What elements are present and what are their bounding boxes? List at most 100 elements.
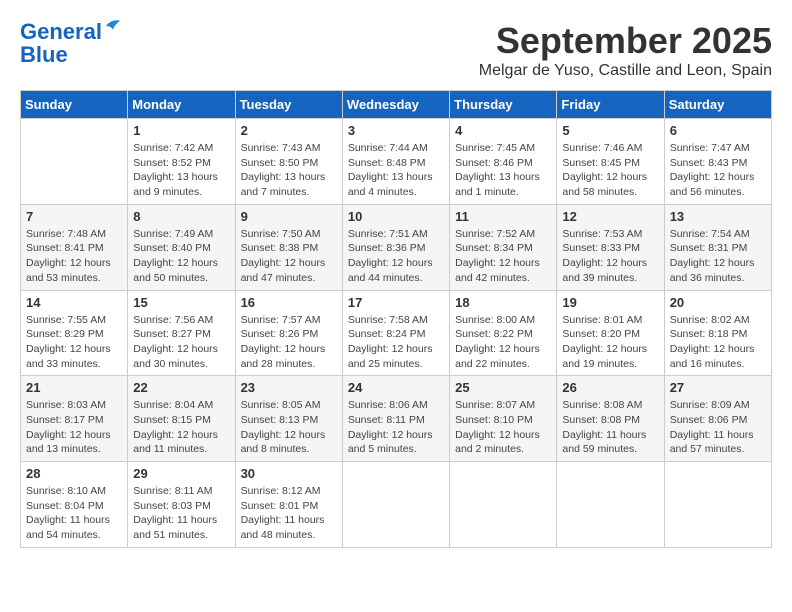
calendar-cell: 25 Sunrise: 8:07 AM Sunset: 8:10 PM Dayli… (450, 376, 557, 462)
day-number: 15 (133, 295, 229, 310)
column-header-sunday: Sunday (21, 91, 128, 119)
calendar-table: SundayMondayTuesdayWednesdayThursdayFrid… (20, 90, 772, 548)
calendar-cell: 21 Sunrise: 8:03 AM Sunset: 8:17 PM Dayli… (21, 376, 128, 462)
day-number: 1 (133, 123, 229, 138)
column-header-monday: Monday (128, 91, 235, 119)
day-number: 28 (26, 466, 122, 481)
column-header-friday: Friday (557, 91, 664, 119)
day-info: Sunrise: 7:50 AM Sunset: 8:38 PM Dayligh… (241, 227, 337, 286)
calendar-body: 1 Sunrise: 7:42 AM Sunset: 8:52 PM Daylig… (21, 119, 772, 548)
calendar-cell: 6 Sunrise: 7:47 AM Sunset: 8:43 PM Daylig… (664, 119, 771, 205)
calendar-cell: 3 Sunrise: 7:44 AM Sunset: 8:48 PM Daylig… (342, 119, 449, 205)
day-number: 17 (348, 295, 444, 310)
day-number: 21 (26, 380, 122, 395)
day-number: 24 (348, 380, 444, 395)
day-number: 6 (670, 123, 766, 138)
day-info: Sunrise: 7:49 AM Sunset: 8:40 PM Dayligh… (133, 227, 229, 286)
calendar-cell: 19Sunrise: 8:01 AM Sunset: 8:20 PM Dayli… (557, 290, 664, 376)
day-info: Sunrise: 7:53 AM Sunset: 8:33 PM Dayligh… (562, 227, 658, 286)
calendar-cell: 10 Sunrise: 7:51 AM Sunset: 8:36 PM Dayli… (342, 204, 449, 290)
calendar-cell: 9 Sunrise: 7:50 AM Sunset: 8:38 PM Daylig… (235, 204, 342, 290)
day-number: 10 (348, 209, 444, 224)
title-block: September 2025 Melgar de Yuso, Castille … (479, 20, 772, 80)
calendar-cell: 23 Sunrise: 8:05 AM Sunset: 8:13 PM Dayli… (235, 376, 342, 462)
calendar-cell: 18 Sunrise: 8:00 AM Sunset: 8:22 PM Dayli… (450, 290, 557, 376)
calendar-cell: 11 Sunrise: 7:52 AM Sunset: 8:34 PM Dayli… (450, 204, 557, 290)
day-number: 8 (133, 209, 229, 224)
day-number: 30 (241, 466, 337, 481)
column-header-tuesday: Tuesday (235, 91, 342, 119)
day-number: 23 (241, 380, 337, 395)
logo-text-general: General (20, 20, 102, 44)
calendar-cell (450, 462, 557, 548)
calendar-cell: 5Sunrise: 7:46 AM Sunset: 8:45 PM Daylig… (557, 119, 664, 205)
day-info: Sunrise: 7:47 AM Sunset: 8:43 PM Dayligh… (670, 141, 766, 200)
day-info: Sunrise: 8:09 AM Sunset: 8:06 PM Dayligh… (670, 398, 766, 457)
day-number: 9 (241, 209, 337, 224)
calendar-cell (342, 462, 449, 548)
calendar-cell: 26 Sunrise: 8:08 AM Sunset: 8:08 PM Dayli… (557, 376, 664, 462)
day-number: 18 (455, 295, 551, 310)
day-info: Sunrise: 8:11 AM Sunset: 8:03 PM Dayligh… (133, 484, 229, 543)
day-number: 14 (26, 295, 122, 310)
day-info: Sunrise: 8:02 AM Sunset: 8:18 PM Dayligh… (670, 313, 766, 372)
logo-bird-icon (104, 17, 122, 35)
day-info: Sunrise: 7:42 AM Sunset: 8:52 PM Dayligh… (133, 141, 229, 200)
column-header-thursday: Thursday (450, 91, 557, 119)
calendar-cell (664, 462, 771, 548)
day-info: Sunrise: 7:52 AM Sunset: 8:34 PM Dayligh… (455, 227, 551, 286)
day-number: 11 (455, 209, 551, 224)
day-number: 16 (241, 295, 337, 310)
month-title: September 2025 (479, 20, 772, 62)
day-info: Sunrise: 8:12 AM Sunset: 8:01 PM Dayligh… (241, 484, 337, 543)
calendar-header-row: SundayMondayTuesdayWednesdayThursdayFrid… (21, 91, 772, 119)
day-info: Sunrise: 8:05 AM Sunset: 8:13 PM Dayligh… (241, 398, 337, 457)
calendar-week-4: 21 Sunrise: 8:03 AM Sunset: 8:17 PM Dayli… (21, 376, 772, 462)
column-header-wednesday: Wednesday (342, 91, 449, 119)
calendar-week-1: 1 Sunrise: 7:42 AM Sunset: 8:52 PM Daylig… (21, 119, 772, 205)
calendar-week-3: 14 Sunrise: 7:55 AM Sunset: 8:29 PM Dayli… (21, 290, 772, 376)
calendar-cell: 13 Sunrise: 7:54 AM Sunset: 8:31 PM Dayli… (664, 204, 771, 290)
logo-text-blue: Blue (20, 42, 68, 68)
day-number: 5 (562, 123, 658, 138)
day-info: Sunrise: 8:03 AM Sunset: 8:17 PM Dayligh… (26, 398, 122, 457)
calendar-cell: 22 Sunrise: 8:04 AM Sunset: 8:15 PM Dayli… (128, 376, 235, 462)
calendar-cell: 20 Sunrise: 8:02 AM Sunset: 8:18 PM Dayli… (664, 290, 771, 376)
day-number: 3 (348, 123, 444, 138)
day-info: Sunrise: 8:06 AM Sunset: 8:11 PM Dayligh… (348, 398, 444, 457)
day-number: 26 (562, 380, 658, 395)
day-info: Sunrise: 8:04 AM Sunset: 8:15 PM Dayligh… (133, 398, 229, 457)
location-subtitle: Melgar de Yuso, Castille and Leon, Spain (479, 62, 772, 80)
calendar-cell: 28Sunrise: 8:10 AM Sunset: 8:04 PM Dayli… (21, 462, 128, 548)
calendar-cell: 15Sunrise: 7:56 AM Sunset: 8:27 PM Dayli… (128, 290, 235, 376)
day-info: Sunrise: 7:58 AM Sunset: 8:24 PM Dayligh… (348, 313, 444, 372)
day-number: 20 (670, 295, 766, 310)
day-info: Sunrise: 7:51 AM Sunset: 8:36 PM Dayligh… (348, 227, 444, 286)
calendar-cell: 1 Sunrise: 7:42 AM Sunset: 8:52 PM Daylig… (128, 119, 235, 205)
logo: General Blue (20, 20, 122, 68)
day-number: 22 (133, 380, 229, 395)
day-info: Sunrise: 8:00 AM Sunset: 8:22 PM Dayligh… (455, 313, 551, 372)
day-info: Sunrise: 8:01 AM Sunset: 8:20 PM Dayligh… (562, 313, 658, 372)
day-info: Sunrise: 7:48 AM Sunset: 8:41 PM Dayligh… (26, 227, 122, 286)
calendar-cell: 29 Sunrise: 8:11 AM Sunset: 8:03 PM Dayli… (128, 462, 235, 548)
day-info: Sunrise: 7:55 AM Sunset: 8:29 PM Dayligh… (26, 313, 122, 372)
day-info: Sunrise: 8:07 AM Sunset: 8:10 PM Dayligh… (455, 398, 551, 457)
calendar-cell (557, 462, 664, 548)
calendar-cell: 16 Sunrise: 7:57 AM Sunset: 8:26 PM Dayli… (235, 290, 342, 376)
day-info: Sunrise: 7:54 AM Sunset: 8:31 PM Dayligh… (670, 227, 766, 286)
day-info: Sunrise: 8:08 AM Sunset: 8:08 PM Dayligh… (562, 398, 658, 457)
day-number: 2 (241, 123, 337, 138)
calendar-cell: 12Sunrise: 7:53 AM Sunset: 8:33 PM Dayli… (557, 204, 664, 290)
calendar-cell: 4Sunrise: 7:45 AM Sunset: 8:46 PM Daylig… (450, 119, 557, 205)
calendar-cell: 17 Sunrise: 7:58 AM Sunset: 8:24 PM Dayli… (342, 290, 449, 376)
calendar-cell (21, 119, 128, 205)
calendar-cell: 14 Sunrise: 7:55 AM Sunset: 8:29 PM Dayli… (21, 290, 128, 376)
calendar-cell: 2Sunrise: 7:43 AM Sunset: 8:50 PM Daylig… (235, 119, 342, 205)
day-number: 13 (670, 209, 766, 224)
day-number: 29 (133, 466, 229, 481)
day-info: Sunrise: 7:45 AM Sunset: 8:46 PM Dayligh… (455, 141, 551, 200)
day-number: 25 (455, 380, 551, 395)
day-info: Sunrise: 7:44 AM Sunset: 8:48 PM Dayligh… (348, 141, 444, 200)
day-info: Sunrise: 7:57 AM Sunset: 8:26 PM Dayligh… (241, 313, 337, 372)
